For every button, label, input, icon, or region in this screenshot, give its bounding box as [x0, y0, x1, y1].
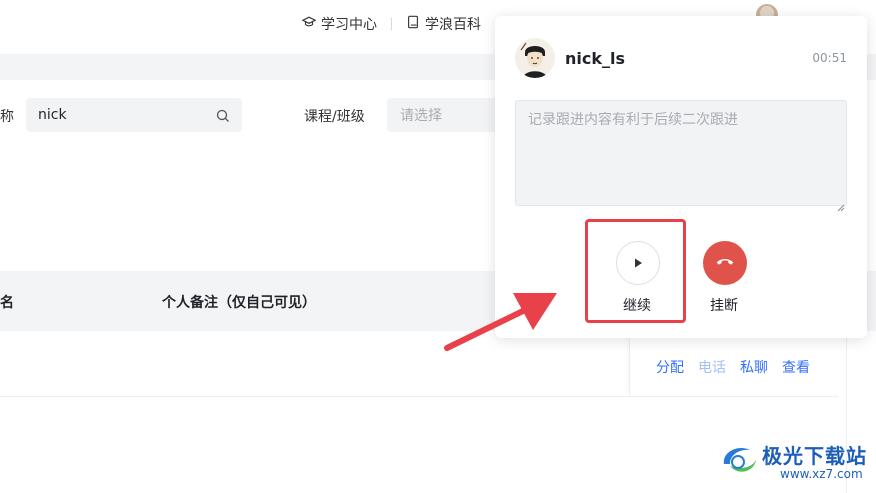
- column-header-note: 个人备注（仅自己可见）: [162, 295, 316, 311]
- column-header-name: 名: [0, 295, 14, 311]
- watermark-url: www.xz7.com: [780, 467, 863, 481]
- highlight-box: [585, 219, 686, 323]
- search-input[interactable]: [38, 107, 198, 123]
- search-icon[interactable]: [216, 108, 230, 122]
- row-divider: [0, 396, 838, 397]
- private-chat-link[interactable]: 私聊: [740, 357, 768, 377]
- nav-encyclopedia[interactable]: 学浪百科: [406, 14, 481, 34]
- nav-learning-center[interactable]: 学习中心: [301, 14, 377, 34]
- hang-up-button[interactable]: [703, 241, 747, 285]
- top-nav: 学习中心 学浪百科: [301, 14, 481, 34]
- graduation-cap-icon: [301, 15, 317, 33]
- follow-up-note-field[interactable]: [515, 100, 847, 206]
- watermark: 极光下载站 www.xz7.com: [716, 438, 872, 488]
- book-icon: [406, 15, 420, 33]
- resize-handle-icon[interactable]: [837, 197, 845, 212]
- nickname-filter-label: 称: [0, 109, 14, 125]
- phone-hangup-icon: [714, 250, 736, 276]
- course-select-placeholder: 请选择: [400, 108, 442, 124]
- call-timer: 00:51: [812, 51, 847, 65]
- nickname-search-field[interactable]: [26, 98, 242, 132]
- assign-link[interactable]: 分配: [656, 357, 684, 377]
- watermark-logo-icon: [716, 440, 760, 480]
- row-actions: 分配 电话 私聊 查看: [656, 357, 810, 377]
- caller-avatar: [515, 38, 555, 78]
- nav-divider: [391, 18, 392, 30]
- hang-up-label: 挂断: [710, 298, 738, 314]
- course-filter-label: 课程/班级: [304, 109, 365, 125]
- view-link[interactable]: 查看: [782, 357, 810, 377]
- watermark-title: 极光下载站: [762, 444, 867, 468]
- phone-link: 电话: [698, 360, 726, 376]
- nav-learning-center-label: 学习中心: [321, 17, 377, 33]
- nav-encyclopedia-label: 学浪百科: [425, 17, 481, 33]
- course-select[interactable]: 请选择: [387, 98, 507, 132]
- caller-name: nick_ls: [565, 49, 626, 68]
- page: 学习中心 学浪百科 称 课程/班级 请选择 名 个人备注（仅自己可见） 分配 电…: [0, 0, 876, 493]
